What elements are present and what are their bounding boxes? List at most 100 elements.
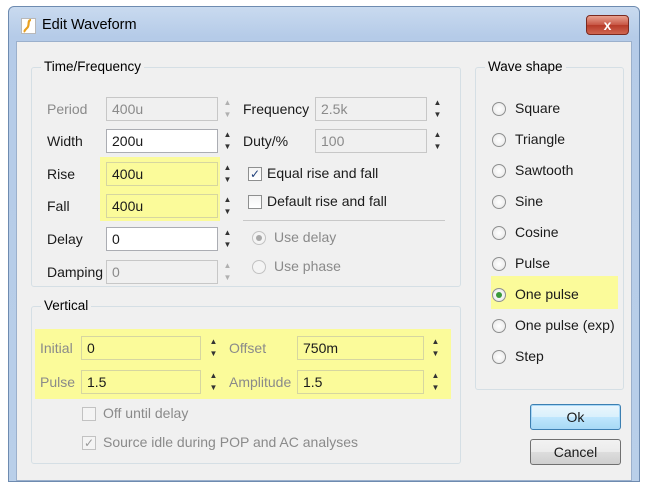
amplitude-spinner[interactable]: ▲ ▼ (429, 370, 442, 394)
spin-down-icon: ▼ (223, 110, 232, 119)
period-field[interactable]: 400u (106, 97, 218, 121)
wave-shape-one-pulse-radio[interactable] (492, 288, 506, 302)
wave-shape-one-pulse-exp-label[interactable]: One pulse (exp) (515, 317, 615, 333)
wave-shape-cosine-radio[interactable] (492, 226, 506, 240)
spin-down-icon: ▼ (431, 349, 440, 358)
off-until-delay-label[interactable]: Off until delay (103, 405, 188, 421)
spin-up-icon: ▲ (223, 163, 232, 172)
initial-spinner[interactable]: ▲ ▼ (207, 336, 220, 360)
width-spinner[interactable]: ▲ ▼ (221, 129, 234, 153)
delay-label: Delay (47, 231, 83, 247)
duty-field[interactable]: 100 (315, 129, 427, 153)
spin-down-icon: ▼ (209, 383, 218, 392)
initial-label: Initial (40, 340, 73, 356)
equal-rise-fall-checkbox[interactable]: ✓ (248, 167, 262, 181)
wave-shape-pulse-label[interactable]: Pulse (515, 255, 550, 271)
spin-down-icon: ▼ (431, 383, 440, 392)
rise-spinner[interactable]: ▲ ▼ (221, 162, 234, 186)
default-rise-fall-label[interactable]: Default rise and fall (267, 193, 387, 209)
wave-shape-one-pulse-exp-radio[interactable] (492, 319, 506, 333)
spin-down-icon: ▼ (223, 273, 232, 282)
fall-spinner[interactable]: ▲ ▼ (221, 194, 234, 218)
source-idle-label[interactable]: Source idle during POP and AC analyses (103, 434, 358, 450)
spin-up-icon: ▲ (223, 130, 232, 139)
wave-shape-title: Wave shape (485, 59, 566, 74)
wave-shape-cosine-label[interactable]: Cosine (515, 224, 559, 240)
use-delay-radio[interactable] (252, 231, 266, 245)
rise-label: Rise (47, 166, 76, 182)
separator (243, 220, 445, 221)
delay-field[interactable]: 0 (106, 227, 218, 251)
spin-up-icon: ▲ (223, 195, 232, 204)
close-button[interactable]: x (586, 15, 629, 35)
wave-shape-square-radio[interactable] (492, 102, 506, 116)
delay-spinner[interactable]: ▲ ▼ (221, 227, 234, 251)
duty-spinner[interactable]: ▲ ▼ (431, 129, 444, 153)
window-title: Edit Waveform (42, 17, 137, 33)
duty-label: Duty/% (243, 133, 289, 149)
spin-up-icon: ▲ (433, 130, 442, 139)
period-spinner[interactable]: ▲ ▼ (221, 97, 234, 121)
pulse-field[interactable]: 1.5 (81, 370, 201, 394)
use-phase-label[interactable]: Use phase (274, 258, 341, 274)
rise-field[interactable]: 400u (106, 162, 218, 186)
wave-shape-triangle-radio[interactable] (492, 133, 506, 147)
wave-shape-square-label[interactable]: Square (515, 100, 560, 116)
spin-down-icon: ▼ (433, 110, 442, 119)
spin-down-icon: ▼ (433, 142, 442, 151)
offset-field[interactable]: 750m (297, 336, 424, 360)
offset-label: Offset (229, 340, 267, 356)
default-rise-fall-checkbox[interactable] (248, 195, 262, 209)
spin-up-icon: ▲ (433, 98, 442, 107)
frequency-label: Frequency (243, 101, 310, 117)
cancel-button[interactable]: Cancel (530, 439, 621, 465)
fall-field[interactable]: 400u (106, 194, 218, 218)
amplitude-field[interactable]: 1.5 (297, 370, 424, 394)
source-idle-checkbox[interactable]: ✓ (82, 436, 96, 450)
period-label: Period (47, 101, 88, 117)
wave-shape-sine-radio[interactable] (492, 195, 506, 209)
spin-up-icon: ▲ (223, 98, 232, 107)
wave-shape-sine-label[interactable]: Sine (515, 193, 543, 209)
width-field[interactable]: 200u (106, 129, 218, 153)
spin-down-icon: ▼ (223, 207, 232, 216)
frequency-field[interactable]: 2.5k (315, 97, 427, 121)
ok-button[interactable]: Ok (530, 404, 621, 430)
time-frequency-title: Time/Frequency (41, 59, 145, 74)
offset-spinner[interactable]: ▲ ▼ (429, 336, 442, 360)
spin-up-icon: ▲ (209, 337, 218, 346)
damping-field[interactable]: 0 (106, 260, 218, 284)
wave-shape-sawtooth-radio[interactable] (492, 164, 506, 178)
wave-shape-pulse-radio[interactable] (492, 257, 506, 271)
wave-shape-group: Wave shape Square Triangle Sawtooth Sine… (475, 59, 624, 390)
wave-shape-sawtooth-label[interactable]: Sawtooth (515, 162, 573, 178)
damping-spinner[interactable]: ▲ ▼ (221, 260, 234, 284)
amplitude-label: Amplitude (229, 374, 292, 390)
spin-down-icon: ▼ (209, 349, 218, 358)
title-bar[interactable]: Edit Waveform x (9, 7, 639, 41)
use-delay-label[interactable]: Use delay (274, 229, 336, 245)
equal-rise-fall-label[interactable]: Equal rise and fall (267, 165, 378, 181)
width-label: Width (47, 133, 83, 149)
wave-shape-step-label[interactable]: Step (515, 348, 544, 364)
spin-down-icon: ▼ (223, 175, 232, 184)
spin-up-icon: ▲ (209, 371, 218, 380)
spin-up-icon: ▲ (223, 261, 232, 270)
fall-label: Fall (47, 198, 70, 214)
vertical-group: Vertical Initial 0 ▲ ▼ Offset 750m ▲ ▼ Pul… (31, 298, 461, 464)
vertical-title: Vertical (41, 298, 92, 313)
time-frequency-group: Time/Frequency Period 400u ▲ ▼ Width 200u… (31, 59, 461, 287)
edit-waveform-dialog: Edit Waveform x Time/Frequency Period 40… (8, 6, 640, 482)
spin-up-icon: ▲ (431, 337, 440, 346)
frequency-spinner[interactable]: ▲ ▼ (431, 97, 444, 121)
pulse-spinner[interactable]: ▲ ▼ (207, 370, 220, 394)
wave-shape-triangle-label[interactable]: Triangle (515, 131, 565, 147)
off-until-delay-checkbox[interactable] (82, 407, 96, 421)
dialog-body: Time/Frequency Period 400u ▲ ▼ Width 200u… (16, 41, 632, 481)
initial-field[interactable]: 0 (81, 336, 201, 360)
damping-label: Damping (47, 264, 104, 280)
wave-shape-step-radio[interactable] (492, 350, 506, 364)
wave-shape-one-pulse-label[interactable]: One pulse (515, 286, 579, 302)
use-phase-radio[interactable] (252, 260, 266, 274)
spin-down-icon: ▼ (223, 240, 232, 249)
